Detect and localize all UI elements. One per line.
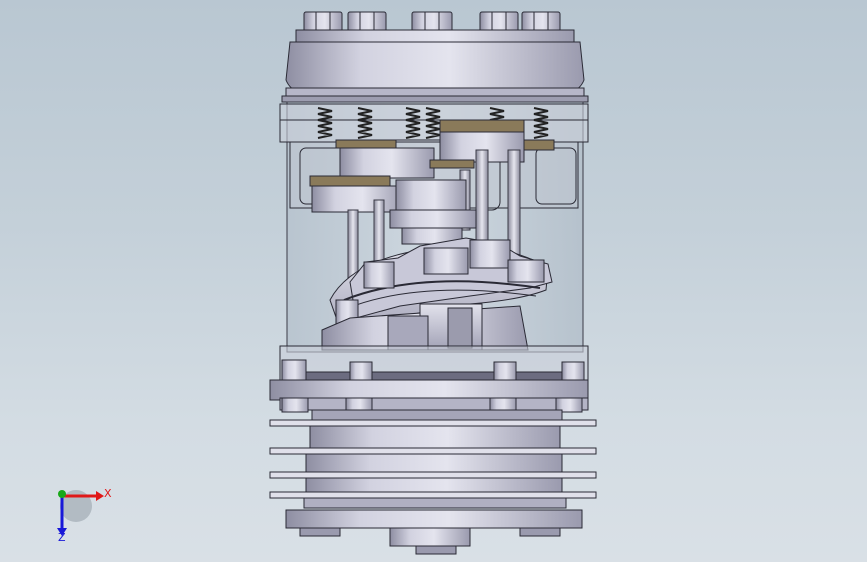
base-flange[interactable] [269, 345, 589, 413]
y-axis-dot [58, 490, 66, 498]
bolt-head [411, 11, 453, 33]
model-canvas[interactable]: X Z [0, 0, 867, 562]
bolt-head [479, 11, 519, 33]
x-axis-label: X [104, 487, 112, 500]
top-bolts[interactable] [303, 11, 561, 33]
x-axis-arrow [96, 491, 104, 501]
bottom-housing[interactable] [269, 409, 597, 555]
top-cap[interactable] [281, 29, 589, 103]
bolt-head [347, 11, 387, 33]
bolt-head [521, 11, 561, 33]
z-axis-label: Z [58, 531, 66, 544]
bolt-head [303, 11, 343, 33]
axis-triad: X Z [57, 487, 112, 544]
graphics-viewport[interactable]: X Z [0, 0, 867, 562]
